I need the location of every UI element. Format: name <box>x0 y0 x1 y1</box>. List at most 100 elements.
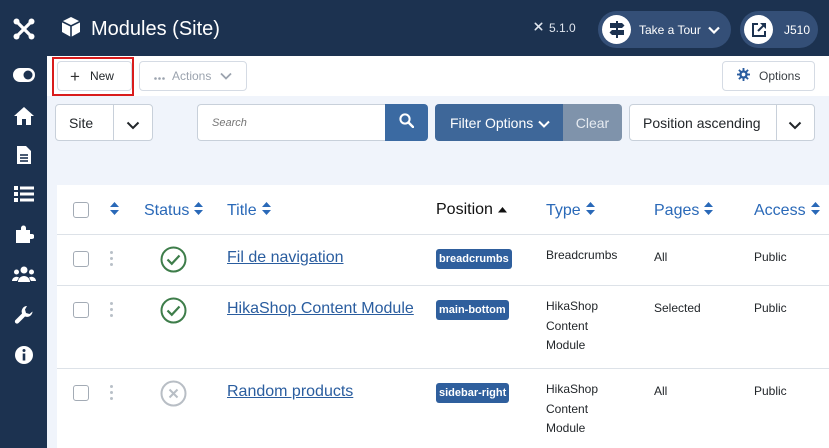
ordering-select-value: Position ascending <box>643 114 761 131</box>
take-a-tour-label: Take a Tour <box>639 22 701 37</box>
module-access: Public <box>754 384 787 398</box>
gear-icon <box>737 68 759 84</box>
module-type: HikaShop Content Module <box>546 297 626 356</box>
sort-icon <box>261 201 272 221</box>
ellipsis-icon <box>154 69 165 83</box>
row-checkbox[interactable] <box>73 251 89 267</box>
module-pages: All <box>654 250 668 264</box>
info-icon[interactable] <box>0 337 47 373</box>
take-a-tour-button[interactable]: Take a Tour <box>598 11 731 48</box>
header: Modules (Site) 5.1.0 Take a Tour J510 <box>47 0 829 56</box>
sort-icon <box>585 201 596 221</box>
access-header-label: Access <box>754 202 806 219</box>
access-column-header[interactable]: Access <box>754 201 821 221</box>
module-pages: Selected <box>654 301 701 315</box>
users-icon[interactable] <box>0 256 47 292</box>
unpublished-x-icon[interactable] <box>160 380 187 412</box>
table-header-row: Status Title Position Type Pages Access <box>57 185 829 235</box>
type-column-header[interactable]: Type <box>546 201 596 221</box>
module-access: Public <box>754 250 787 264</box>
row-checkbox[interactable] <box>73 385 89 401</box>
sort-icon <box>810 201 821 221</box>
module-type-line: Content <box>546 401 589 416</box>
drag-handle-icon[interactable] <box>110 251 114 269</box>
document-icon[interactable] <box>0 137 47 173</box>
site-link-label: J510 <box>784 22 811 37</box>
signpost-icon <box>602 15 631 44</box>
search-input[interactable] <box>197 104 385 141</box>
pages-column-header[interactable]: Pages <box>654 201 714 221</box>
search-button[interactable] <box>385 104 428 141</box>
chevron-down-icon <box>708 23 720 37</box>
title-header-label: Title <box>227 202 257 219</box>
module-type-line: Content <box>546 318 589 333</box>
joomla-small-icon <box>533 21 549 35</box>
position-column-header[interactable]: Position <box>436 201 508 219</box>
select-all-checkbox[interactable] <box>73 202 89 218</box>
status-column-header[interactable]: Status <box>144 201 204 221</box>
chevron-down-icon <box>220 69 232 83</box>
toggle-icon[interactable] <box>0 57 47 93</box>
page-title: Modules (Site) <box>91 18 220 40</box>
ordering-select[interactable]: Position ascending <box>629 104 815 141</box>
table-row: Fil de navigation breadcrumbs Breadcrumb… <box>57 235 829 286</box>
clear-button[interactable]: Clear <box>563 104 622 141</box>
position-badge: sidebar-right <box>436 383 510 403</box>
pages-header-label: Pages <box>654 202 700 219</box>
module-title-link[interactable]: Random products <box>227 383 353 401</box>
published-check-icon[interactable] <box>160 297 187 329</box>
status-header-label: Status <box>144 202 190 219</box>
module-type: HikaShop Content Module <box>546 380 626 439</box>
actions-dropdown[interactable]: Actions <box>139 61 247 91</box>
ordering-sort-header[interactable] <box>109 201 120 221</box>
version-number: 5.1.0 <box>549 21 576 35</box>
row-checkbox[interactable] <box>73 302 89 318</box>
page-title-wrap: Modules (Site) <box>61 16 220 43</box>
module-title-link[interactable]: Fil de navigation <box>227 249 344 267</box>
home-icon[interactable] <box>0 98 47 134</box>
table-row: Random products sidebar-right HikaShop C… <box>57 369 829 448</box>
chevron-down-icon <box>788 117 802 133</box>
options-button[interactable]: Options <box>722 61 815 91</box>
toolbar: + New Actions Options <box>47 56 829 96</box>
position-header-label: Position <box>436 201 493 218</box>
site-link-button[interactable]: J510 <box>740 11 818 48</box>
published-check-icon[interactable] <box>160 246 187 278</box>
type-header-label: Type <box>546 202 581 219</box>
chevron-down-icon <box>538 115 550 131</box>
title-column-header[interactable]: Title <box>227 201 272 221</box>
position-badge: breadcrumbs <box>436 249 512 269</box>
sort-ascending-icon <box>497 201 508 219</box>
wrench-icon[interactable] <box>0 297 47 333</box>
list-icon[interactable] <box>0 176 47 212</box>
puzzle-icon[interactable] <box>0 216 47 252</box>
sort-icon <box>703 201 714 221</box>
module-type-line: Module <box>546 421 586 435</box>
external-link-icon <box>744 15 773 44</box>
module-type-line: HikaShop <box>546 299 599 313</box>
select-divider <box>776 105 777 140</box>
sidebar <box>0 0 47 448</box>
module-pages: All <box>654 384 668 398</box>
drag-handle-icon[interactable] <box>110 302 114 320</box>
module-access: Public <box>754 301 787 315</box>
drag-handle-icon[interactable] <box>110 385 114 403</box>
position-badge: main-bottom <box>436 300 509 320</box>
client-select[interactable]: Site <box>55 104 153 141</box>
new-button[interactable]: + New <box>57 61 132 91</box>
module-type-line: HikaShop <box>546 382 599 396</box>
version-info: 5.1.0 <box>533 21 576 35</box>
filter-options-label: Filter Options <box>450 114 534 131</box>
filter-options-button[interactable]: Filter Options <box>435 104 563 141</box>
select-divider <box>113 105 114 140</box>
plus-icon: + <box>70 66 80 86</box>
new-button-label: New <box>89 69 114 83</box>
sort-icon <box>109 201 120 221</box>
cube-icon <box>61 16 81 43</box>
sort-icon <box>193 201 204 221</box>
joomla-logo-icon[interactable] <box>0 11 47 47</box>
module-type-line: Module <box>546 338 586 352</box>
module-type: Breadcrumbs <box>546 248 618 262</box>
module-title-link[interactable]: HikaShop Content Module <box>227 300 414 318</box>
chevron-down-icon <box>126 117 140 133</box>
